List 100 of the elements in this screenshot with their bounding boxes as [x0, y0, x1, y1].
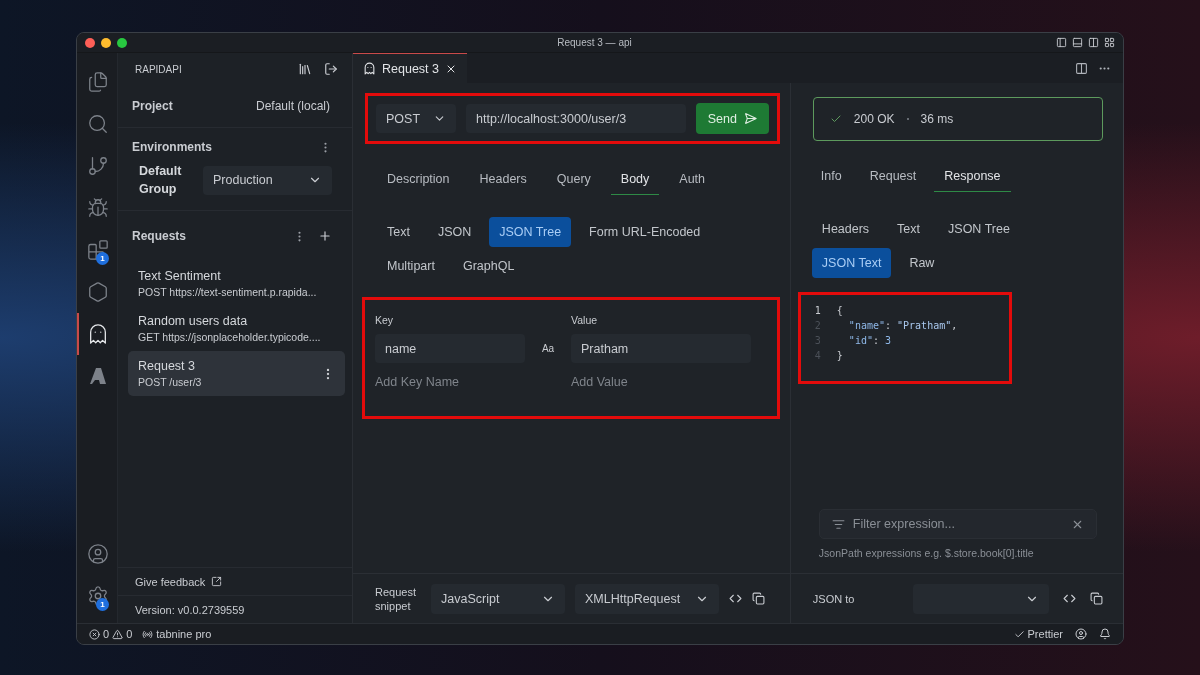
section-tab[interactable]: Query [546, 166, 601, 195]
maximize-button[interactable] [117, 37, 127, 48]
notification-badge: 1 [96, 598, 109, 611]
library-icon[interactable] [298, 62, 312, 76]
section-tab[interactable]: Headers [469, 166, 537, 195]
type-toggle[interactable]: Aa [525, 343, 571, 354]
code-line: { [836, 305, 843, 316]
blocks-icon [87, 239, 109, 261]
prettier-status[interactable]: Prettier [1013, 628, 1063, 640]
code-icon[interactable] [1062, 592, 1076, 605]
send-button[interactable]: Send [695, 103, 769, 134]
sidebar-title: RAPIDAPI [135, 63, 182, 75]
view-tab[interactable]: Raw [899, 248, 945, 278]
request-item[interactable]: Request 3 POST /user/3 [128, 351, 345, 396]
column-header: Value [571, 314, 599, 326]
copy-icon[interactable] [1089, 592, 1103, 605]
error-icon [89, 628, 100, 640]
request-url: GET https://jsonplaceholder.typicode.... [138, 331, 321, 343]
panel-bottom-icon[interactable] [1072, 37, 1083, 48]
key-field[interactable]: Add Key Name [375, 375, 525, 389]
problems-status[interactable]: 0 0 [89, 628, 133, 640]
warning-icon [112, 628, 124, 640]
notification-badge: 1 [96, 252, 109, 265]
column-header: Key [375, 314, 395, 326]
code-line: "id": 3 [847, 335, 892, 346]
request-name: Random users data [138, 314, 249, 328]
notifications-icon[interactable] [1099, 628, 1111, 640]
project-value[interactable]: Default (local) [255, 99, 330, 113]
section-tab[interactable]: Description [377, 166, 460, 195]
response-tab[interactable]: Request [859, 163, 927, 192]
line-number: 1 [814, 305, 822, 316]
filter-field[interactable]: Filter expression... [818, 509, 1097, 539]
value-field[interactable]: Add Value [571, 375, 751, 389]
section-tab[interactable]: Auth [669, 166, 716, 195]
status-code: 200 OK [853, 112, 895, 126]
method-select[interactable]: POST [376, 104, 456, 133]
feedback-link[interactable]: Give feedback [135, 575, 206, 588]
environment-select[interactable]: Production [203, 165, 332, 195]
response-tab[interactable]: Response [934, 163, 1011, 192]
version-text: Version: v0.0.2739559 [135, 603, 245, 616]
section-tab[interactable]: Body [610, 166, 660, 195]
files-icon [87, 71, 109, 93]
view-tab[interactable]: Text [887, 214, 931, 244]
activity-button[interactable]: 1 [77, 575, 117, 617]
check-icon [1013, 628, 1025, 640]
close-button[interactable] [85, 37, 95, 48]
tabnine-status[interactable]: tabnine pro [142, 628, 212, 640]
request-name: Request 3 [138, 359, 196, 373]
request-url: POST https://text-sentiment.p.rapida... [138, 286, 317, 298]
group-label: Default Group [138, 163, 183, 198]
key-field[interactable]: name [375, 334, 525, 363]
request-item[interactable]: Random users data GET https://jsonplaceholder.typicode.... [128, 306, 345, 351]
columns-icon[interactable] [1088, 37, 1099, 48]
request-name: Text Sentiment [138, 269, 222, 283]
copy-icon[interactable] [752, 592, 765, 605]
send-icon [743, 112, 757, 125]
code-line: "name": "Pratham", [847, 320, 958, 331]
view-tab[interactable]: JSON Text [811, 248, 892, 278]
language-select[interactable]: JavaScript [431, 583, 565, 614]
add-icon[interactable] [318, 229, 332, 243]
external-link-icon [211, 576, 223, 587]
window-title: Request 3 — api [556, 37, 633, 48]
view-tab[interactable]: Headers [811, 214, 880, 244]
response-tab[interactable]: Info [810, 163, 852, 192]
code-line: } [836, 350, 843, 361]
ghost-icon [87, 323, 109, 345]
search-icon [87, 113, 109, 135]
request-url: POST /user/3 [138, 376, 202, 388]
body-type-tab[interactable]: JSON Tree [489, 217, 572, 247]
snippet-label: Request snippet [375, 584, 417, 613]
body-type-tab[interactable]: Text [377, 217, 420, 247]
convert-label: JSON to [812, 592, 856, 605]
letter-a-icon [88, 366, 108, 386]
split-editor-icon[interactable] [1075, 61, 1088, 75]
layout-icon[interactable] [1104, 37, 1115, 48]
bug-icon [87, 197, 109, 219]
body-type-tab[interactable]: JSON [427, 217, 482, 247]
hexagon-icon [87, 281, 109, 303]
project-label: Project [132, 99, 173, 113]
account-icon[interactable] [1075, 628, 1087, 640]
body-type-tab[interactable]: Multipart [377, 251, 445, 281]
activity-button[interactable]: 1 [77, 229, 117, 271]
logout-icon[interactable] [324, 62, 338, 76]
editor-tab[interactable]: Request 3 [353, 53, 467, 83]
account-icon [87, 543, 109, 565]
minimize-button[interactable] [101, 37, 111, 48]
response-time: 36 ms [920, 112, 954, 126]
check-icon [829, 113, 842, 125]
body-type-tab[interactable]: GraphQL [452, 251, 525, 281]
request-item[interactable]: Text Sentiment POST https://text-sentiment.p.rapida... [128, 261, 345, 306]
section-title: Environments [132, 140, 212, 154]
url-field[interactable]: http://localhost:3000/user/3 [466, 104, 686, 133]
panel-left-icon[interactable] [1056, 37, 1067, 48]
filter-icon [831, 517, 845, 531]
code-icon[interactable] [729, 592, 742, 605]
settings-icon [87, 585, 109, 607]
value-field[interactable]: Pratham [571, 334, 751, 363]
view-tab[interactable]: JSON Tree [938, 214, 1020, 244]
body-type-tab[interactable]: Form URL-Encoded [579, 217, 711, 247]
library-select[interactable]: XMLHttpRequest [575, 583, 719, 614]
